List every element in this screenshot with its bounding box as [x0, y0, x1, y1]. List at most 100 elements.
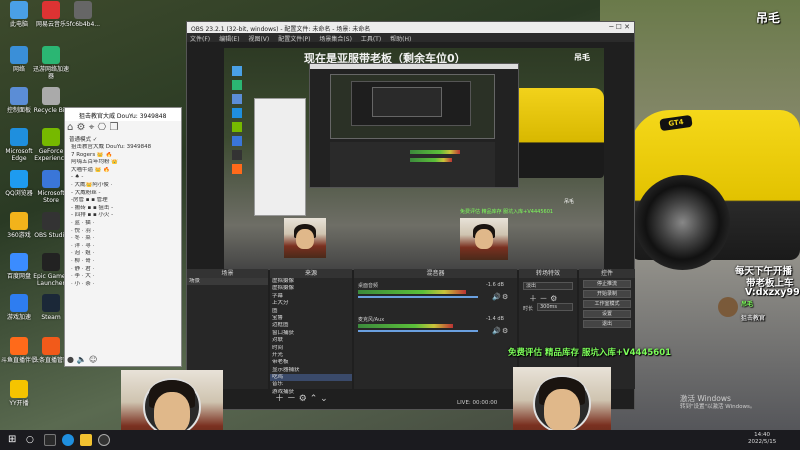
explorer-icon[interactable]: [80, 434, 92, 446]
transition-select[interactable]: 淡出: [523, 282, 573, 290]
desktop-icon[interactable]: 5fc6b4b4...: [64, 1, 102, 28]
nested-docks: [330, 142, 495, 187]
clock-time: 14:40: [754, 432, 771, 438]
chat-toolbar: ⌂ ⚙ ⌖ ⎔ ❒: [67, 122, 181, 134]
add-source-icon[interactable]: ＋: [275, 394, 284, 404]
nested-titlebar: [310, 64, 518, 69]
wechat-contact: V:dxzxy99: [745, 287, 800, 298]
menu-view[interactable]: 视图(V): [248, 36, 269, 43]
duration-input[interactable]: 300ms: [537, 303, 573, 311]
source-settings-icon[interactable]: ⚙: [299, 394, 307, 404]
mixer-slider-desktop[interactable]: [358, 296, 478, 298]
nested-icon: [232, 80, 242, 90]
settings-icon[interactable]: ⚙: [77, 122, 86, 133]
source-item[interactable]: 显示器捕获: [270, 367, 352, 374]
menu-edit[interactable]: 编辑(E): [219, 36, 239, 43]
stop-streaming-button[interactable]: 停止推流: [583, 280, 631, 288]
window-controls-icon[interactable]: ─ ☐ ✕: [609, 23, 630, 31]
activate-windows-watermark: 激活 Windows 转到"设置"以激活 Windows。: [680, 394, 755, 412]
source-item[interactable]: 窗口捕获: [270, 330, 352, 337]
menu-scene-collection[interactable]: 场景集合(S): [319, 36, 352, 43]
source-item[interactable]: 开光: [270, 352, 352, 359]
obs-preview[interactable]: 现在是亚服带老板（剩余车位0） 吊毛 免费评估 精品库存 服坑入库+V44456…: [224, 48, 604, 270]
source-item[interactable]: 带老板: [270, 359, 352, 366]
search-icon[interactable]: ○: [26, 434, 38, 446]
source-item[interactable]: 边框图: [270, 322, 352, 329]
source-item[interactable]: 图: [270, 308, 352, 315]
nested-icon: [232, 108, 242, 118]
watermark-line-1: 激活 Windows: [680, 394, 731, 403]
source-item[interactable]: 时间: [270, 345, 352, 352]
remove-source-icon[interactable]: －: [287, 394, 296, 404]
sources-list: 虚拟摄像 虚拟摄像 字幕 上大分图宝鲁 边框图 窗口捕获 对联 时间 开光 带老板 显示器捕获 吃鸡音…: [270, 278, 352, 396]
source-item[interactable]: 吃鸡: [270, 374, 352, 382]
mic-speaker-icon[interactable]: 🔊: [492, 327, 501, 335]
gift-icon[interactable]: ❒: [109, 122, 118, 133]
sources-dock-title: 来源: [270, 269, 352, 278]
file-icon: [74, 1, 92, 19]
desktop-icon-label: 迅游网络加速器: [32, 66, 69, 80]
controls-dock-title: 控件: [579, 269, 635, 278]
preview-name: 吊毛: [574, 53, 590, 62]
chat-line: · 蓝 · 猫 ·: [71, 219, 95, 226]
sources-dock[interactable]: 虚拟摄像 虚拟摄像 字幕 上大分图宝鲁 边框图 窗口捕获 对联 时间 开光 带老板 显示器捕获 吃鸡音…: [270, 278, 352, 395]
desktop-icon[interactable]: YY开播: [0, 380, 38, 407]
menu-file[interactable]: 文件(F): [190, 36, 210, 43]
mic-gear-icon[interactable]: ⚙: [502, 327, 508, 335]
desktop-icon-label: YY开播: [9, 400, 29, 407]
menu-profile[interactable]: 配置文件(P): [278, 36, 310, 43]
sources-toolbar: ＋ － ⚙ ⌃ ⌄: [275, 391, 328, 404]
chat-line: 7 Rogers 👑 🔥: [71, 151, 113, 158]
source-item[interactable]: 宝鲁: [270, 315, 352, 322]
preview-gift-user: 吊毛: [564, 199, 575, 205]
chat-line: - 大威粉丝 -: [71, 189, 101, 196]
gift-avatar-icon: [718, 297, 738, 317]
chat-line: - 搬砖 ▪ ▪ 狙击 -: [71, 204, 114, 211]
nested-icon: [232, 150, 242, 160]
chat-title: 狙击教官大威 DouYu: 3949848: [79, 113, 167, 120]
move-down-icon[interactable]: ⌄: [320, 394, 328, 404]
nested-preview: [330, 74, 495, 139]
desktop-icon-label: 5fc6b4b4...: [65, 21, 101, 28]
menu-tools[interactable]: 工具(T): [361, 36, 381, 43]
desktop-audio-gear-icon[interactable]: ⚙: [502, 293, 508, 301]
mixer-slider-mic[interactable]: [358, 330, 478, 332]
move-up-icon[interactable]: ⌃: [310, 394, 318, 404]
location-icon[interactable]: ⌖: [89, 122, 95, 133]
edge-icon[interactable]: [62, 434, 74, 446]
obs-studio-icon: [42, 212, 60, 230]
emoji-icon[interactable]: ☺: [89, 355, 97, 364]
source-item[interactable]: 音乐: [270, 381, 352, 388]
obs-titlebar[interactable]: OBS 23.2.1 (32-bit, windows) - 配置文件: 未命名…: [187, 22, 634, 33]
obs-icon[interactable]: [98, 434, 110, 446]
nested-meter-1: [410, 150, 460, 154]
settings-button[interactable]: 设置: [583, 310, 631, 318]
douyu-chat-panel[interactable]: 狙击教官大威 DouYu: 3949848 ⌂ ⚙ ⌖ ⎔ ❒ 普通模式 ✓ 狙…: [64, 107, 182, 367]
chat-message-list: 狙击教官大威 DouYu: 3949848 7 Rogers 👑 🔥 阿嗨五百年均粉…: [71, 144, 179, 288]
source-item[interactable]: 字幕: [270, 293, 352, 300]
source-item[interactable]: 对联: [270, 337, 352, 344]
folder-icon: [42, 87, 60, 105]
home-icon[interactable]: ⌂: [67, 122, 73, 133]
netease-music-icon: [42, 1, 60, 19]
source-item[interactable]: 上大分: [270, 300, 352, 307]
chat-header: 狙击教官大威 DouYu: 3949848: [65, 108, 181, 121]
chat-line: · 悦 · 羽 ·: [71, 227, 95, 234]
volume-icon[interactable]: 🔈: [77, 355, 87, 364]
studio-mode-button[interactable]: 工作室模式: [583, 300, 631, 308]
start-recording-button[interactable]: 开始录制: [583, 290, 631, 298]
taskbar-clock[interactable]: 14:40 2022/5/15: [748, 432, 776, 446]
avatar-icon[interactable]: ●: [67, 355, 74, 364]
source-item[interactable]: 虚拟摄像: [270, 278, 352, 285]
desktop-icon[interactable]: 迅游网络加速器: [32, 46, 70, 80]
scene-item[interactable]: 场景: [187, 278, 268, 286]
nested-preview-deep: [372, 87, 442, 117]
windows-start-icon[interactable]: ⊞: [8, 434, 20, 446]
exit-button[interactable]: 退出: [583, 320, 631, 328]
menu-help[interactable]: 帮助(H): [390, 36, 411, 43]
lock-icon[interactable]: ⎔: [98, 122, 107, 133]
mixer-db-mic: -1.4 dB: [486, 316, 504, 322]
source-item[interactable]: 虚拟摄像: [270, 285, 352, 292]
desktop-audio-speaker-icon[interactable]: 🔊: [492, 293, 501, 301]
task-view-icon[interactable]: [44, 434, 56, 446]
